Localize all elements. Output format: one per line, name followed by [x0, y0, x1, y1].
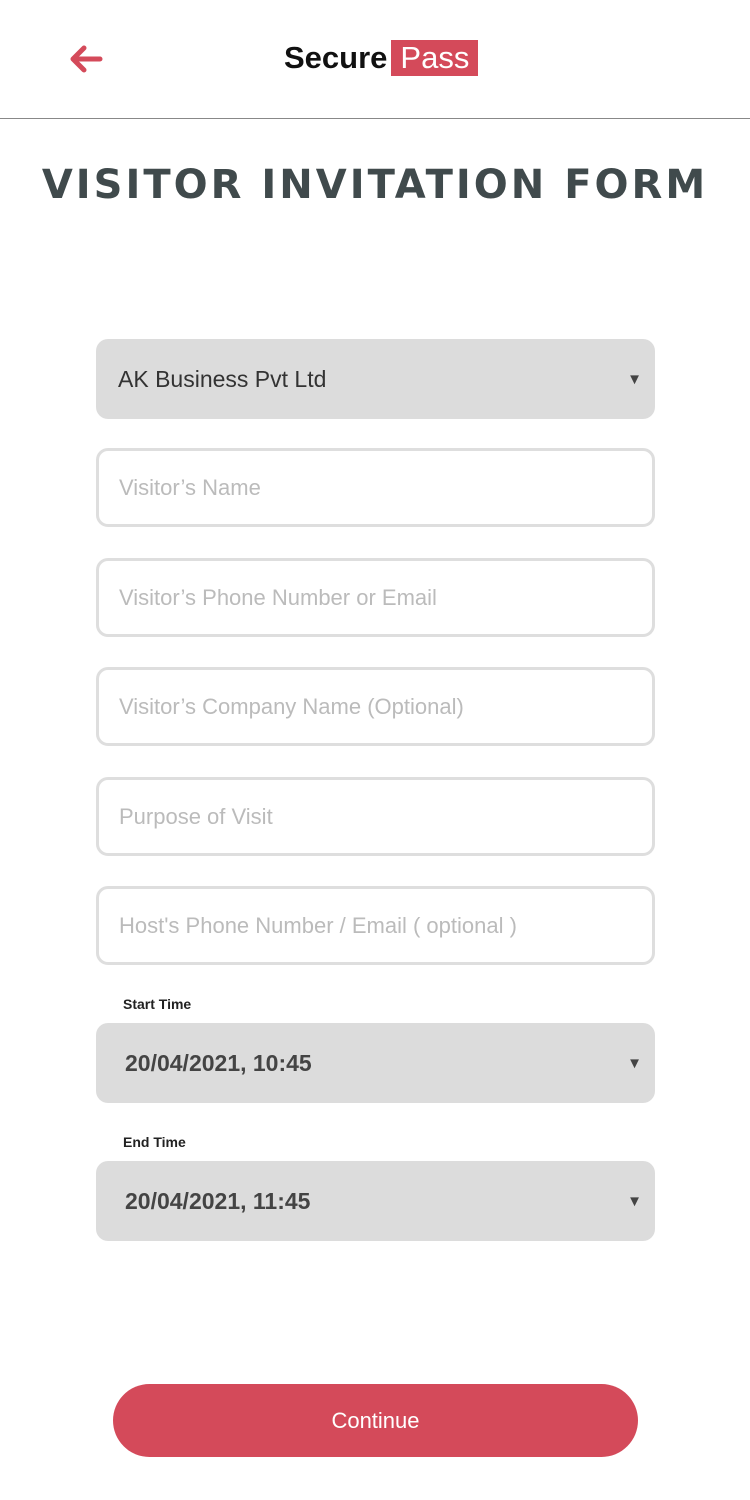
start-time-value: 20/04/2021, 10:45 — [125, 1049, 312, 1076]
start-time-select[interactable]: 20/04/2021, 10:45 ▼ — [96, 1023, 655, 1103]
host-contact-input[interactable] — [96, 886, 655, 965]
continue-button[interactable]: Continue — [113, 1384, 638, 1457]
securepass-logo: Secure Pass — [284, 40, 479, 76]
app-header: Secure Pass — [0, 0, 750, 119]
caret-down-icon: ▼ — [627, 1192, 642, 1210]
visitor-company-input[interactable] — [96, 667, 655, 746]
visitor-contact-input[interactable] — [96, 558, 655, 637]
start-time-label: Start Time — [123, 996, 192, 1012]
company-select[interactable]: AK Business Pvt Ltd ▼ — [96, 339, 655, 419]
page-title: VISITOR INVITATION FORM — [41, 162, 709, 208]
end-time-label: End Time — [123, 1134, 186, 1150]
company-select-value: AK Business Pvt Ltd — [118, 365, 327, 392]
caret-down-icon: ▼ — [627, 370, 642, 388]
visitor-name-input[interactable] — [96, 448, 655, 527]
end-time-value: 20/04/2021, 11:45 — [125, 1187, 311, 1214]
purpose-input[interactable] — [96, 777, 655, 856]
arrow-left-icon[interactable] — [66, 40, 106, 80]
caret-down-icon: ▼ — [627, 1054, 642, 1072]
end-time-select[interactable]: 20/04/2021, 11:45 ▼ — [96, 1161, 655, 1241]
